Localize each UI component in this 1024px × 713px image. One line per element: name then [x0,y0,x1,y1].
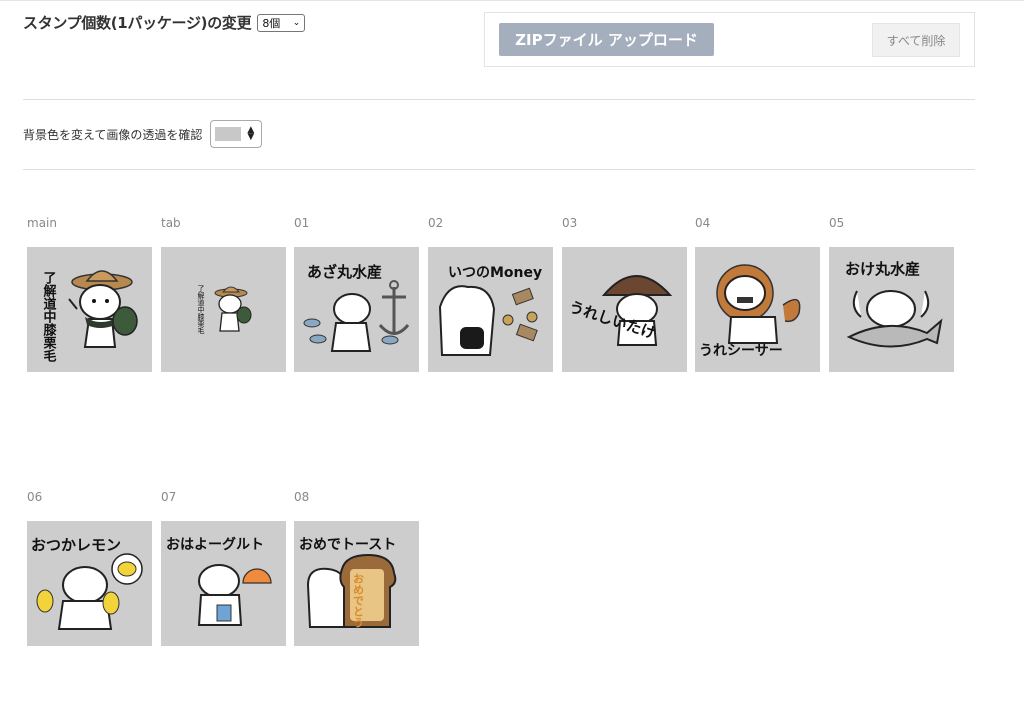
divider [23,169,975,170]
lemon-icon [102,591,120,615]
fish-icon [309,334,327,344]
stamp-tile-02[interactable]: いつのMoney [428,247,553,372]
coin [526,311,538,323]
mushroom-cap [601,275,673,296]
coin [502,314,514,326]
delete-all-button[interactable]: すべて削除 [872,23,960,57]
stamp-label-05: 05 [829,216,845,230]
stamp-caption: おけ丸水産 [845,260,920,278]
stamp-caption: おつかレモン [31,536,121,554]
stamp-count-select[interactable]: 8個 ⌄ [257,13,306,32]
background-color-label: 背景色を変えて画像の透過を確認 [23,127,203,142]
stamp-count-header: スタンプ個数(1パッケージ)の変更 8個 ⌄ [23,12,306,33]
stamp-label-main: main [27,216,57,230]
chevron-down-icon: ⌄ [292,17,301,28]
toast-text: おめでとう [352,573,365,628]
stamp-label-06: 06 [27,490,43,504]
stamp-label-01: 01 [294,216,310,230]
shisa-tail [782,298,801,323]
stamp-tile-main[interactable]: 了解道中膝栗毛 [27,247,152,372]
stamp-tile-08[interactable]: おめでトースト おめでとう [294,521,419,646]
stamp-caption: あざ丸水産 [307,263,382,281]
stamp-label-02: 02 [428,216,444,230]
stamp-tile-05[interactable]: おけ丸水産 [829,247,954,372]
stamp-tile-07[interactable]: おはよーグルト [161,521,286,646]
background-color-select[interactable]: ▲ ▼ [210,120,263,148]
stamp-count-value: 8個 [262,16,281,30]
furoshiki-bag [112,306,138,336]
stamp-label-04: 04 [695,216,711,230]
top-border [0,0,1024,1]
stamp-caption: 了解道中膝栗毛 [197,285,205,334]
lemon-icon [117,561,137,577]
divider [23,99,975,100]
zip-upload-button[interactable]: ZIPファイル アップロード [499,23,714,56]
stamp-label-03: 03 [562,216,578,230]
background-color-row: 背景色を変えて画像の透過を確認 ▲ ▼ [23,120,263,148]
fish-icon [381,335,399,345]
money-bill [515,323,538,342]
upload-panel: ZIPファイル アップロード すべて削除 [484,12,975,67]
straw-hat-top [85,270,119,282]
stamp-label-08: 08 [294,490,310,504]
stamp-tile-04[interactable]: うれシーサー [695,247,820,372]
coin-purse [460,327,484,349]
stamp-tile-06[interactable]: おつかレモン [27,521,152,646]
anchor-icon [378,287,410,335]
stamp-tile-03[interactable]: うれしいたけ [562,247,687,372]
stamp-label-tab: tab [161,216,181,230]
stamp-label-07: 07 [161,490,177,504]
page-title: スタンプ個数(1パッケージ)の変更 [23,14,252,32]
color-swatch [215,127,242,141]
select-arrows-icon: ▲ ▼ [247,125,255,142]
sun-icon [242,568,272,584]
fish-icon [303,318,321,328]
stamp-caption: うれシーサー [699,343,783,359]
stamp-caption: いつのMoney [448,265,542,281]
stamp-caption: おはよーグルト [166,536,264,553]
money-bill [511,287,534,306]
stamp-caption: 了解道中膝栗毛 [41,271,58,363]
lemon-icon [36,589,54,613]
stamp-caption: おめでトースト [299,537,396,553]
stamp-tile-tab[interactable]: 了解道中膝栗毛 [161,247,286,372]
yogurt-cup [216,604,232,622]
stamp-tile-01[interactable]: あざ丸水産 [294,247,419,372]
